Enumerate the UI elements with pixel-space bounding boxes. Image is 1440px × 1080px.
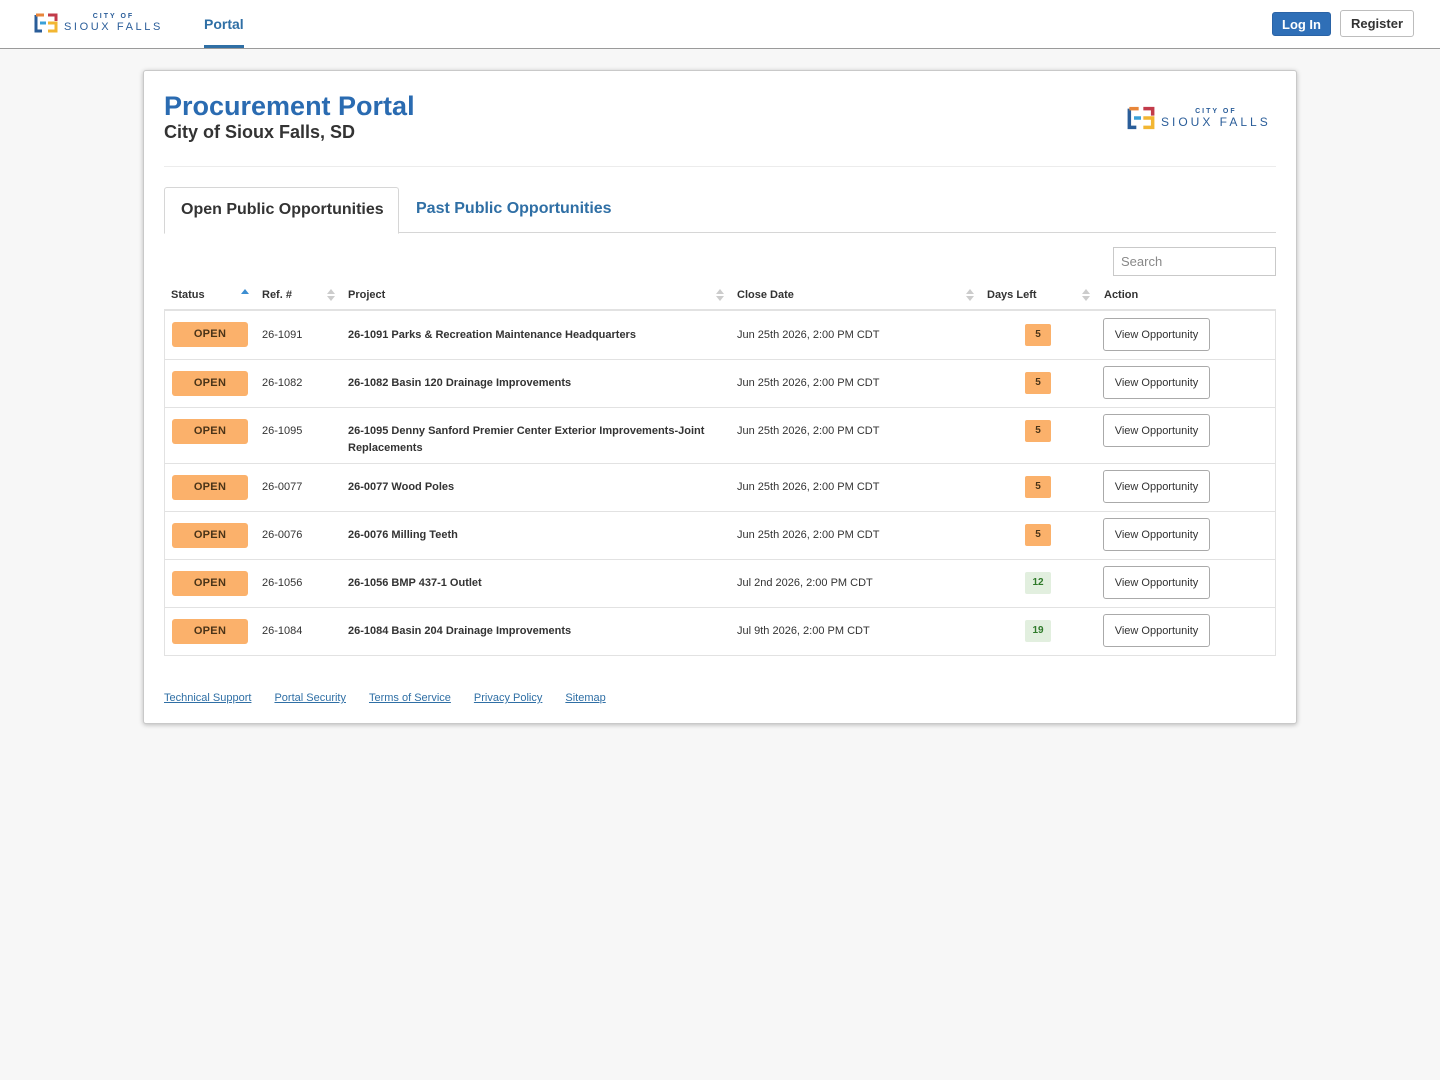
register-button[interactable]: Register (1340, 10, 1414, 37)
column-header-days-left[interactable]: Days Left (987, 281, 1037, 311)
project-name: 26-1056 BMP 437-1 Outlet (348, 577, 482, 589)
ref-number: 26-0077 (262, 481, 303, 493)
card-logo-text: CITY OF SIOUX FALLS (1161, 108, 1271, 129)
table-row: OPEN 26-1091 26-1091 Parks & Recreation … (165, 311, 1275, 359)
column-header-label: Project (348, 289, 386, 301)
days-left-badge: 5 (1025, 524, 1051, 546)
table-row: OPEN 26-1082 26-1082 Basin 120 Drainage … (165, 359, 1275, 407)
ref-number: 26-1082 (262, 377, 303, 389)
status-badge: OPEN (172, 419, 248, 444)
project-name: 26-1095 Denny Sanford Premier Center Ext… (348, 425, 705, 454)
days-left-badge: 5 (1025, 420, 1051, 442)
project-name: 26-1082 Basin 120 Drainage Improvements (348, 377, 572, 389)
column-header-project[interactable]: Project (348, 281, 385, 311)
close-date: Jun 25th 2026, 2:00 PM CDT (737, 377, 880, 389)
table-row: OPEN 26-1095 26-1095 Denny Sanford Premi… (165, 407, 1275, 463)
view-opportunity-button[interactable]: View Opportunity (1103, 470, 1210, 503)
view-opportunity-button[interactable]: View Opportunity (1103, 614, 1210, 647)
ref-number: 26-1084 (262, 625, 303, 637)
tab-open-opportunities[interactable]: Open Public Opportunities (164, 187, 399, 234)
table-header: Status Ref. # Project Close Date Days Le… (164, 281, 1276, 311)
view-opportunity-button[interactable]: View Opportunity (1103, 318, 1210, 351)
view-opportunity-button[interactable]: View Opportunity (1103, 414, 1210, 447)
footer-link-terms-of-service[interactable]: Terms of Service (369, 692, 451, 704)
table-row: OPEN 26-1084 26-1084 Basin 204 Drainage … (165, 607, 1275, 655)
status-badge: OPEN (172, 371, 248, 396)
login-button[interactable]: Log In (1272, 12, 1331, 36)
days-left-badge: 12 (1025, 572, 1051, 594)
city-logo-text: CITY OF SIOUX FALLS (64, 13, 163, 34)
city-logo[interactable]: CITY OF SIOUX FALLS (34, 11, 163, 35)
close-date: Jun 25th 2026, 2:00 PM CDT (737, 529, 880, 541)
sort-icon[interactable] (1082, 289, 1090, 302)
days-left-badge: 5 (1025, 372, 1051, 394)
table-row: OPEN 26-0076 26-0076 Milling Teeth Jun 2… (165, 511, 1275, 559)
search-input[interactable] (1113, 247, 1276, 276)
tab-past-opportunities[interactable]: Past Public Opportunities (416, 187, 612, 233)
page-title: Procurement Portal (164, 91, 415, 121)
ref-number: 26-1091 (262, 329, 303, 341)
close-date: Jul 9th 2026, 2:00 PM CDT (737, 625, 870, 637)
city-logo-mark-icon (34, 13, 58, 33)
footer-link-technical-support[interactable]: Technical Support (164, 692, 251, 704)
sort-icon[interactable] (716, 289, 724, 302)
ref-number: 26-0076 (262, 529, 303, 541)
project-name: 26-0076 Milling Teeth (348, 529, 458, 541)
table-row: OPEN 26-1056 26-1056 BMP 437-1 Outlet Ju… (165, 559, 1275, 607)
table-row: OPEN 26-0077 26-0077 Wood Poles Jun 25th… (165, 463, 1275, 511)
footer-links: Technical Support Portal Security Terms … (164, 692, 606, 704)
view-opportunity-button[interactable]: View Opportunity (1103, 518, 1210, 551)
status-badge: OPEN (172, 322, 248, 347)
sort-ascending-icon[interactable] (241, 289, 249, 302)
project-name: 26-1084 Basin 204 Drainage Improvements (348, 625, 572, 637)
column-header-action: Action (1104, 281, 1138, 311)
sort-icon[interactable] (966, 289, 974, 302)
card-city-logo: CITY OF SIOUX FALLS (1127, 104, 1271, 132)
header-divider (164, 166, 1276, 167)
status-badge: OPEN (172, 475, 248, 500)
days-left-badge: 5 (1025, 476, 1051, 498)
ref-number: 26-1056 (262, 577, 303, 589)
logo-text-big: SIOUX FALLS (1161, 114, 1271, 129)
column-header-status[interactable]: Status (171, 281, 205, 311)
city-logo-mark-icon (1127, 106, 1155, 130)
opportunity-tabs: Open Public Opportunities Past Public Op… (164, 187, 1276, 234)
status-badge: OPEN (172, 523, 248, 548)
status-badge: OPEN (172, 571, 248, 596)
top-navbar: CITY OF SIOUX FALLS Portal Log In Regist… (0, 0, 1440, 49)
ref-number: 26-1095 (262, 425, 303, 437)
table-body: OPEN 26-1091 26-1091 Parks & Recreation … (164, 311, 1276, 656)
footer-link-portal-security[interactable]: Portal Security (274, 692, 346, 704)
logo-text-small: CITY OF (92, 12, 135, 20)
project-name: 26-1091 Parks & Recreation Maintenance H… (348, 329, 636, 341)
sort-icon[interactable] (327, 289, 335, 302)
project-name: 26-0077 Wood Poles (348, 481, 455, 493)
column-header-label: Ref. # (262, 289, 292, 301)
column-header-ref[interactable]: Ref. # (262, 281, 292, 311)
page-subtitle: City of Sioux Falls, SD (164, 122, 356, 142)
column-header-label: Action (1104, 289, 1139, 301)
status-badge: OPEN (172, 619, 248, 644)
view-opportunity-button[interactable]: View Opportunity (1103, 366, 1210, 399)
close-date: Jun 25th 2026, 2:00 PM CDT (737, 425, 880, 437)
close-date: Jun 25th 2026, 2:00 PM CDT (737, 329, 880, 341)
logo-text-big: SIOUX FALLS (64, 20, 163, 33)
days-left-badge: 5 (1025, 324, 1051, 346)
close-date: Jul 2nd 2026, 2:00 PM CDT (737, 577, 873, 589)
opportunities-table: Status Ref. # Project Close Date Days Le… (164, 281, 1276, 656)
footer-link-sitemap[interactable]: Sitemap (565, 692, 605, 704)
days-left-badge: 19 (1025, 620, 1051, 642)
column-header-label: Status (171, 289, 205, 301)
procurement-card: Procurement Portal City of Sioux Falls, … (143, 70, 1297, 724)
column-header-close-date[interactable]: Close Date (737, 281, 794, 311)
close-date: Jun 25th 2026, 2:00 PM CDT (737, 481, 880, 493)
column-header-label: Close Date (737, 289, 794, 301)
nav-portal-link[interactable]: Portal (204, 0, 244, 48)
view-opportunity-button[interactable]: View Opportunity (1103, 566, 1210, 599)
column-header-label: Days Left (987, 289, 1037, 301)
footer-link-privacy-policy[interactable]: Privacy Policy (474, 692, 542, 704)
